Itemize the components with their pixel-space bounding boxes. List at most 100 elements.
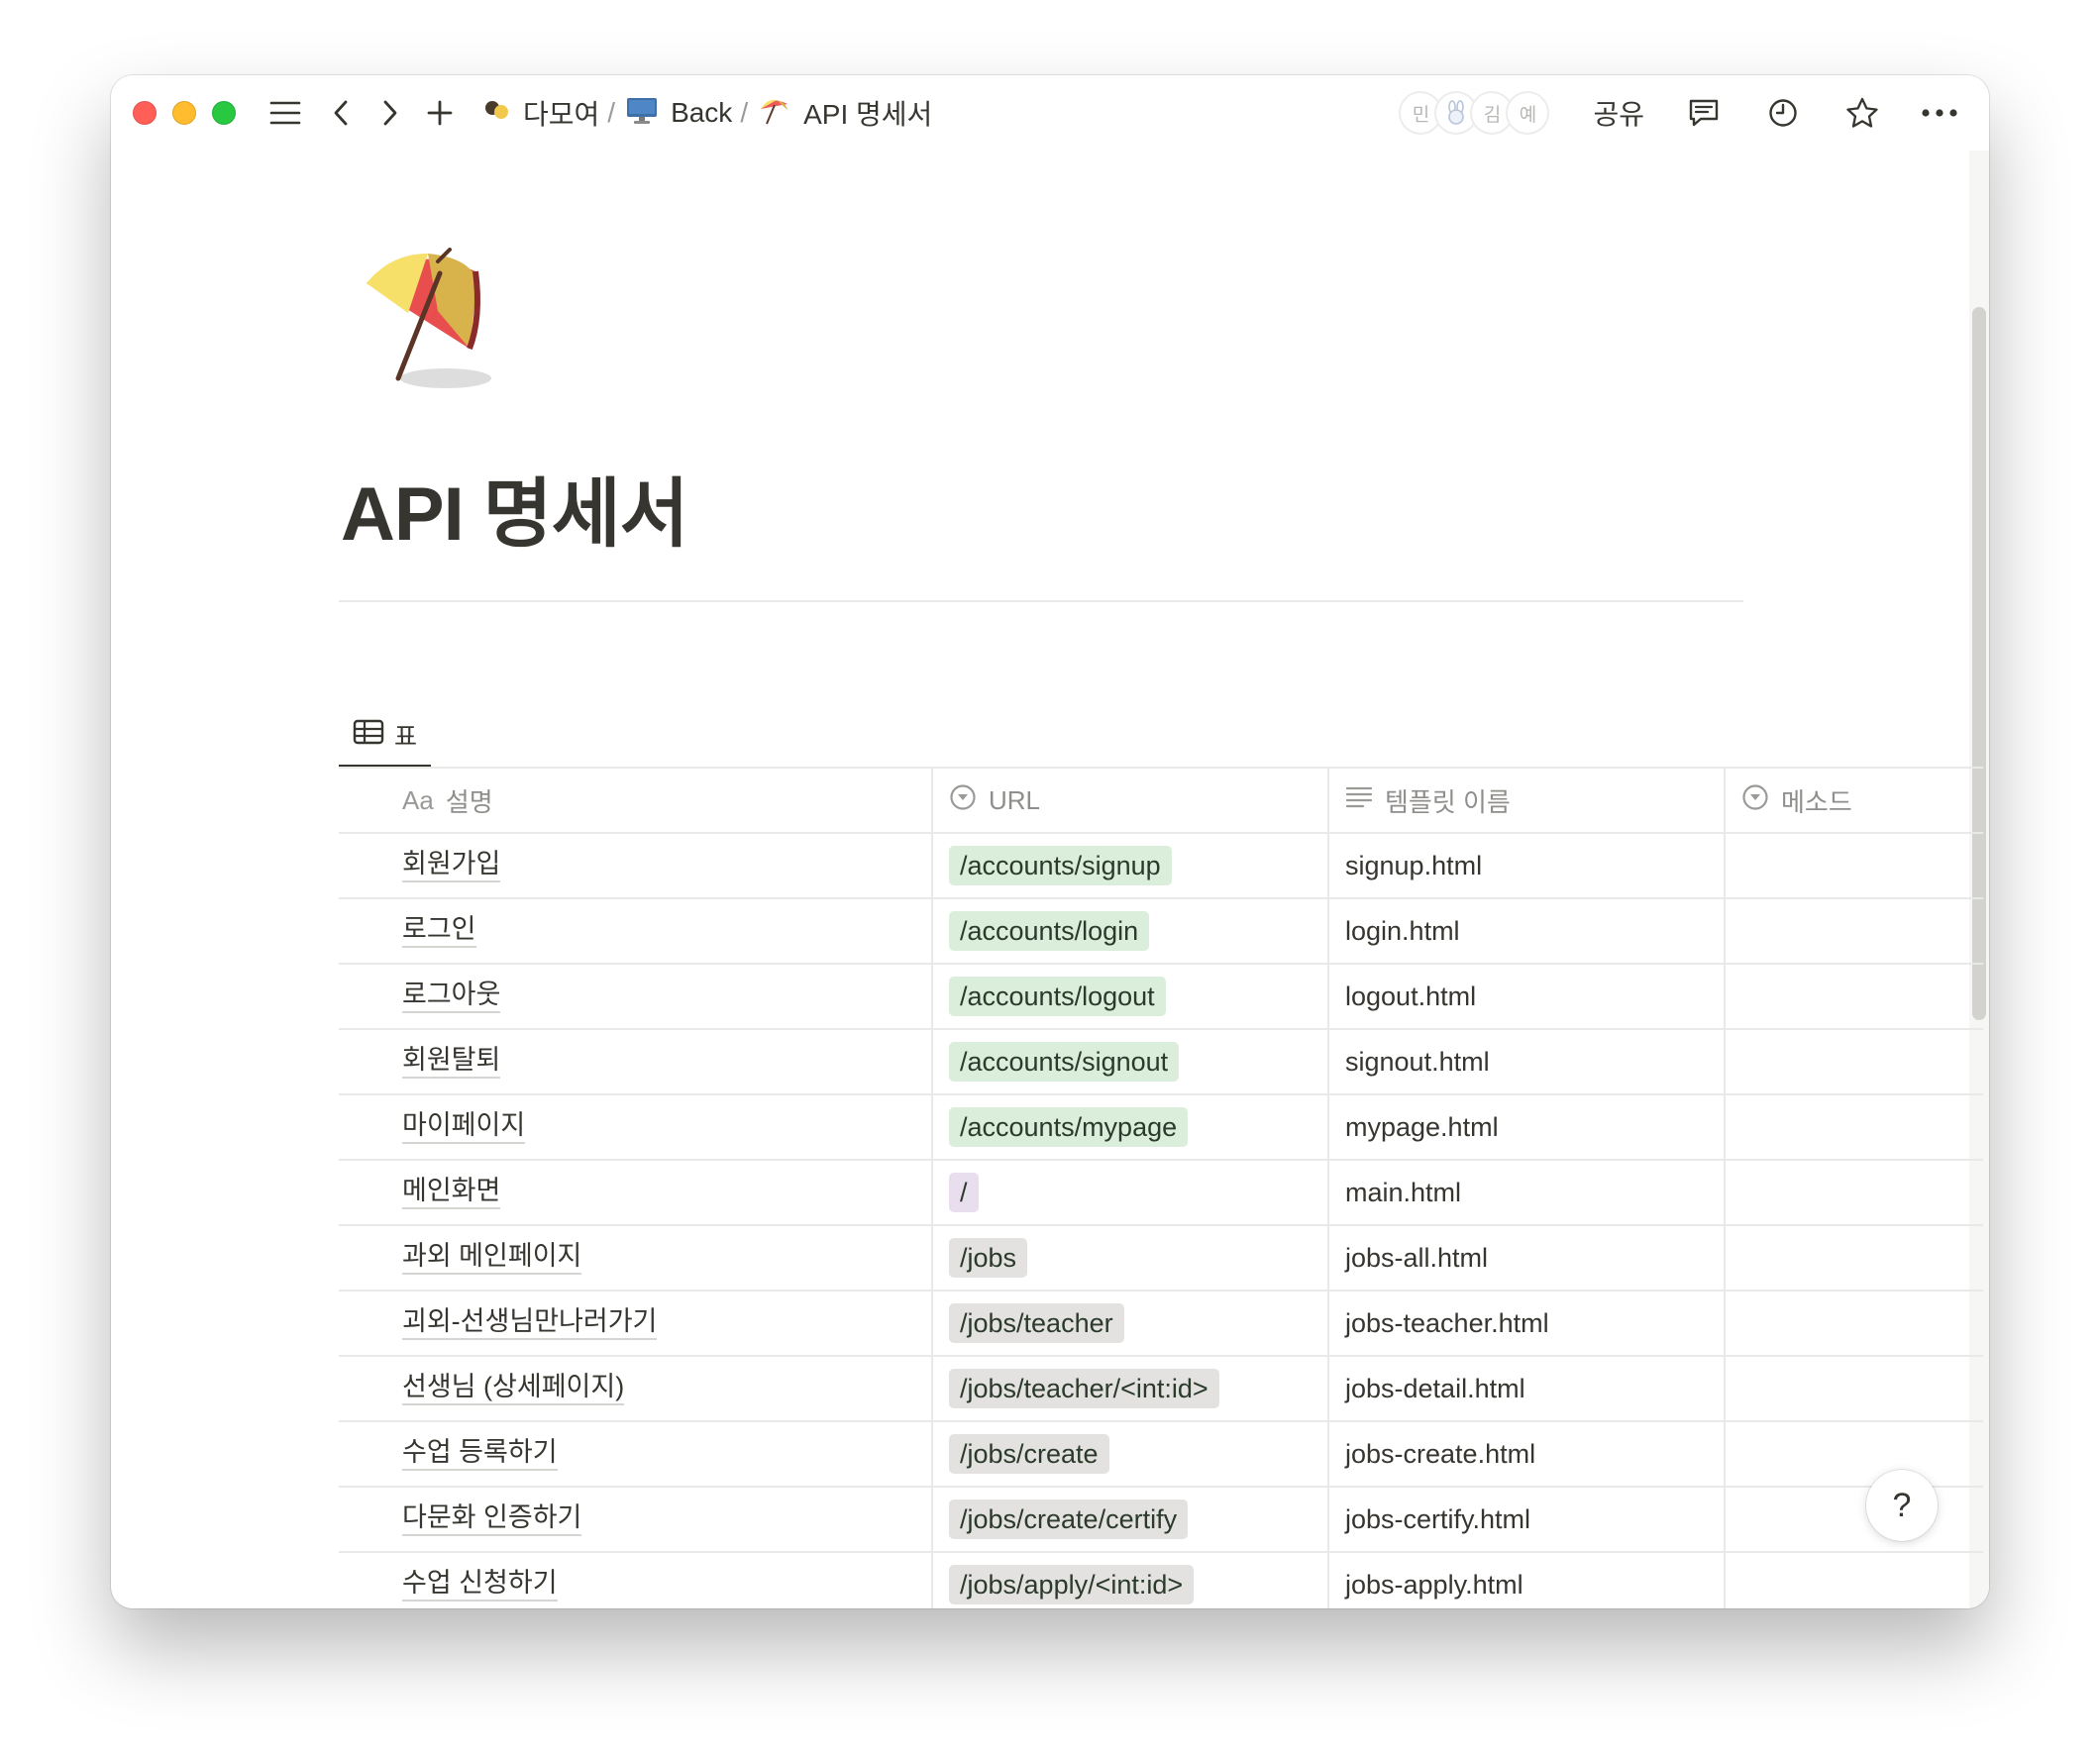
url-select-tag: /accounts/logout	[949, 976, 1166, 1017]
cell-method[interactable]	[1726, 1292, 1983, 1355]
cell-description[interactable]: 로그아웃	[339, 965, 933, 1028]
back-arrow-icon[interactable]	[319, 91, 363, 135]
cell-url[interactable]: /jobs/create/certify	[933, 1488, 1329, 1551]
cell-template[interactable]: jobs-detail.html	[1329, 1357, 1726, 1420]
cell-method[interactable]	[1726, 1553, 1983, 1608]
cell-description[interactable]: 다문화 인증하기	[339, 1488, 933, 1551]
cell-template[interactable]: signout.html	[1329, 1030, 1726, 1093]
table-row[interactable]: 과외 메인페이지/jobs jobs-all.html	[339, 1226, 1983, 1292]
row-title-link[interactable]: 로그인	[402, 914, 476, 948]
cell-url[interactable]: /accounts/mypage	[933, 1095, 1329, 1159]
more-options-icon[interactable]	[1918, 91, 1961, 135]
cell-method[interactable]	[1726, 834, 1983, 897]
breadcrumb-item-current[interactable]: API 명세서	[754, 93, 936, 133]
breadcrumb-item-back[interactable]: Back	[621, 95, 736, 132]
cell-method[interactable]	[1726, 1161, 1983, 1224]
row-title-link[interactable]: 메인화면	[402, 1176, 501, 1209]
table-row[interactable]: 선생님 (상세페이지) /jobs/teacher/<int:id> jobs-de…	[339, 1357, 1983, 1422]
collaborator-avatars[interactable]: 민 김 예	[1399, 91, 1550, 135]
zoom-window-button[interactable]	[212, 101, 236, 125]
cell-description[interactable]: 선생님 (상세페이지)	[339, 1357, 933, 1420]
column-header-method[interactable]: 메소드	[1726, 769, 1983, 832]
page-title[interactable]: API 명세서	[341, 477, 689, 553]
sidebar-menu-icon[interactable]	[263, 91, 307, 135]
forward-arrow-icon[interactable]	[368, 91, 412, 135]
avatar[interactable]: 예	[1506, 91, 1550, 135]
table-row[interactable]: 수업 신청하기/jobs/apply/<int:id> jobs-apply.ht…	[339, 1553, 1983, 1608]
table-row[interactable]: 로그인/accounts/login login.html	[339, 899, 1983, 965]
row-title-link[interactable]: 마이페이지	[402, 1110, 526, 1144]
cell-method[interactable]	[1726, 1030, 1983, 1093]
cell-template[interactable]: main.html	[1329, 1161, 1726, 1224]
cell-template[interactable]: jobs-teacher.html	[1329, 1292, 1726, 1355]
cell-url[interactable]: /jobs/teacher	[933, 1292, 1329, 1355]
row-title-link[interactable]: 수업 등록하기	[402, 1437, 558, 1471]
table-row[interactable]: 로그아웃/accounts/logout logout.html	[339, 965, 1983, 1030]
tab-table-view[interactable]: 표	[339, 705, 432, 769]
cell-template[interactable]: jobs-create.html	[1329, 1422, 1726, 1486]
cell-url[interactable]: /jobs	[933, 1226, 1329, 1290]
app-window: 다모여 / Back / API 명세서 민 김 예 공유 API 명세서 표 …	[111, 75, 1989, 1608]
row-title-link[interactable]: 다문화 인증하기	[402, 1502, 582, 1536]
row-title-link[interactable]: 수업 신청하기	[402, 1568, 558, 1602]
cell-url[interactable]: /accounts/login	[933, 899, 1329, 963]
cell-template[interactable]: jobs-certify.html	[1329, 1488, 1726, 1551]
new-page-plus-icon[interactable]	[418, 91, 462, 135]
table-row[interactable]: 수업 등록하기/jobs/create jobs-create.html	[339, 1422, 1983, 1488]
beach-umbrella-icon[interactable]	[359, 248, 507, 396]
cell-description[interactable]: 로그인	[339, 899, 933, 963]
comments-icon[interactable]	[1682, 91, 1726, 135]
breadcrumb-item-workspace[interactable]: 다모여	[477, 93, 603, 133]
row-title-link[interactable]: 회원가입	[402, 849, 501, 882]
column-header-url[interactable]: URL	[933, 769, 1329, 832]
cell-url[interactable]: /jobs/teacher/<int:id>	[933, 1357, 1329, 1420]
cell-method[interactable]	[1726, 1422, 1983, 1486]
cell-method[interactable]	[1726, 1226, 1983, 1290]
cell-template[interactable]: mypage.html	[1329, 1095, 1726, 1159]
cell-method[interactable]	[1726, 899, 1983, 963]
row-title-link[interactable]: 선생님 (상세페이지)	[402, 1372, 625, 1405]
template-name-text: jobs-detail.html	[1345, 1373, 1525, 1403]
favorite-star-icon[interactable]	[1840, 91, 1884, 135]
cell-method[interactable]	[1726, 1488, 1983, 1551]
cell-description[interactable]: 회원가입	[339, 834, 933, 897]
cell-description[interactable]: 수업 신청하기	[339, 1553, 933, 1608]
minimize-window-button[interactable]	[172, 101, 196, 125]
cell-method[interactable]	[1726, 1357, 1983, 1420]
cell-description[interactable]: 마이페이지	[339, 1095, 933, 1159]
cell-url[interactable]: /	[933, 1161, 1329, 1224]
table-row[interactable]: 회원탈퇴/accounts/signout signout.html	[339, 1030, 1983, 1095]
help-button[interactable]: ?	[1866, 1470, 1938, 1541]
table-row[interactable]: 메인화면 / main.html	[339, 1161, 1983, 1226]
cell-template[interactable]: signup.html	[1329, 834, 1726, 897]
cell-description[interactable]: 괴외-선생님만나러가기	[339, 1292, 933, 1355]
table-row[interactable]: 다문화 인증하기/jobs/create/certify jobs-certify…	[339, 1488, 1983, 1553]
cell-description[interactable]: 과외 메인페이지	[339, 1226, 933, 1290]
close-window-button[interactable]	[133, 101, 157, 125]
row-title-link[interactable]: 로그아웃	[402, 980, 501, 1013]
cell-url[interactable]: /accounts/logout	[933, 965, 1329, 1028]
column-header-description[interactable]: Aa 설명	[339, 769, 933, 832]
table-row[interactable]: 마이페이지/accounts/mypage mypage.html	[339, 1095, 1983, 1161]
cell-template[interactable]: login.html	[1329, 899, 1726, 963]
cell-description[interactable]: 회원탈퇴	[339, 1030, 933, 1093]
cell-url[interactable]: /accounts/signout	[933, 1030, 1329, 1093]
row-title-link[interactable]: 괴외-선생님만나러가기	[402, 1306, 658, 1340]
row-title-link[interactable]: 회원탈퇴	[402, 1045, 501, 1079]
cell-template[interactable]: jobs-apply.html	[1329, 1553, 1726, 1608]
column-header-template[interactable]: 템플릿 이름	[1329, 769, 1726, 832]
row-title-link[interactable]: 과외 메인페이지	[402, 1241, 582, 1275]
cell-template[interactable]: logout.html	[1329, 965, 1726, 1028]
cell-description[interactable]: 메인화면	[339, 1161, 933, 1224]
cell-template[interactable]: jobs-all.html	[1329, 1226, 1726, 1290]
cell-description[interactable]: 수업 등록하기	[339, 1422, 933, 1486]
cell-method[interactable]	[1726, 965, 1983, 1028]
share-button[interactable]: 공유	[1593, 93, 1644, 133]
table-row[interactable]: 괴외-선생님만나러가기/jobs/teacher jobs-teacher.htm…	[339, 1292, 1983, 1357]
cell-url[interactable]: /accounts/signup	[933, 834, 1329, 897]
history-clock-icon[interactable]	[1761, 91, 1805, 135]
cell-method[interactable]	[1726, 1095, 1983, 1159]
table-row[interactable]: 회원가입/accounts/signup signup.html	[339, 834, 1983, 899]
cell-url[interactable]: /jobs/apply/<int:id>	[933, 1553, 1329, 1608]
cell-url[interactable]: /jobs/create	[933, 1422, 1329, 1486]
